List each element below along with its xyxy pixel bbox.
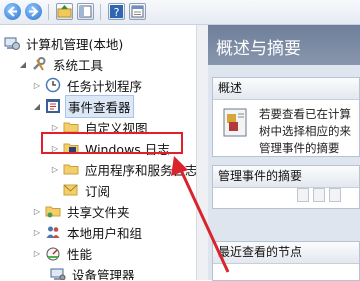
overview-section: 概述 若要查看已在计算 树中选择相应的来 管理事件的摘要 <box>212 77 360 157</box>
toolbar-separator <box>100 4 101 20</box>
summary-pane: 概述与摘要 概述 若要查看已在计算 树中选择相应的来 管理事件的摘要 管理事件的… <box>208 25 360 281</box>
performance-icon <box>45 245 61 261</box>
overview-header[interactable]: 概述 <box>213 78 359 100</box>
overview-text-line: 若要查看已在计算 <box>259 107 351 121</box>
tree-node-shared-folders[interactable]: ▷ 共享文件夹 <box>32 200 132 222</box>
tree-node-device-manager[interactable]: 设备管理器 <box>50 263 137 280</box>
collapse-triangle-icon[interactable]: ◢ <box>18 60 28 69</box>
tree-node-label: 设备管理器 <box>72 267 135 281</box>
toolbar: ? <box>0 0 360 25</box>
tree-node-label: 应用程序和服务日志 <box>85 162 196 178</box>
navigation-tree: 计算机管理(本地) ◢ 系统工具 ▷ 任务计划程序 ◢ 事件查看器 ▷ 自定义视… <box>0 25 196 280</box>
overview-text-line: 树中选择相应的来 <box>259 124 351 138</box>
expand-triangle-icon[interactable]: ▷ <box>50 123 60 132</box>
summary-header[interactable]: 管理事件的摘要 <box>213 166 359 188</box>
tree-node-local-users[interactable]: ▷ 本地用户和组 <box>32 221 144 243</box>
tree-node-event-viewer[interactable]: ◢ 事件查看器 <box>32 94 134 118</box>
expand-triangle-icon[interactable]: ▷ <box>32 207 42 216</box>
tree-node-label: 事件查看器 <box>65 94 134 118</box>
annotation-highlight-box <box>41 132 183 154</box>
tree-node-label: 共享文件夹 <box>67 204 130 220</box>
recent-nodes-section: 最近查看的节点 <box>212 241 360 281</box>
show-hide-tree-icon[interactable] <box>77 3 94 20</box>
back-arrow-icon[interactable] <box>4 3 21 20</box>
tree-node-app-service-logs[interactable]: ▷ 应用程序和服务日志 <box>50 158 196 180</box>
expand-triangle-icon[interactable]: ▷ <box>32 249 42 258</box>
expand-triangle-icon[interactable]: ▷ <box>32 81 42 90</box>
tree-node-label: 本地用户和组 <box>67 225 143 241</box>
admin-events-summary-section: 管理事件的摘要 <box>212 165 360 209</box>
tree-node-performance[interactable]: ▷ 性能 <box>32 242 94 264</box>
properties-icon[interactable] <box>129 3 146 20</box>
scroll-down-button[interactable] <box>329 188 341 202</box>
overview-text-line: 管理事件的摘要 <box>259 141 340 155</box>
device-manager-icon <box>50 266 66 280</box>
up-folder-icon[interactable] <box>56 3 73 20</box>
pane-title-bar: 概述与摘要 <box>208 25 360 65</box>
tree-scrollbar[interactable] <box>196 25 208 280</box>
toolbar-separator <box>48 4 49 20</box>
tree-node-computer-management[interactable]: 计算机管理(本地) <box>4 32 125 54</box>
collapse-triangle-icon[interactable]: ◢ <box>32 102 42 111</box>
tree-node-task-scheduler[interactable]: ▷ 任务计划程序 <box>32 74 144 96</box>
event-log-icon <box>223 108 249 138</box>
subscriptions-icon <box>63 182 79 198</box>
users-icon <box>45 224 61 240</box>
forward-arrow-icon[interactable] <box>25 3 42 20</box>
expand-triangle-icon[interactable]: ▷ <box>50 165 60 174</box>
page-title: 概述与摘要 <box>216 39 301 59</box>
tools-icon <box>31 56 47 72</box>
scroll-left-button[interactable] <box>297 188 309 202</box>
tree-node-label: 系统工具 <box>53 57 104 73</box>
tree-node-label: 订阅 <box>85 183 111 199</box>
shared-folder-icon <box>45 203 61 219</box>
task-scheduler-icon <box>45 77 61 93</box>
tree-node-label: 性能 <box>67 246 93 262</box>
tree-node-label: 计算机管理(本地) <box>26 36 124 52</box>
tree-node-label: 任务计划程序 <box>67 78 143 94</box>
help-icon[interactable]: ? <box>108 3 125 20</box>
expand-triangle-icon[interactable]: ▷ <box>32 228 42 237</box>
folder-icon <box>63 161 79 177</box>
scroll-up-button[interactable] <box>313 188 325 202</box>
svg-text:?: ? <box>114 6 120 19</box>
tree-node-subscriptions[interactable]: 订阅 <box>63 179 112 201</box>
computer-management-icon <box>4 35 20 51</box>
recent-nodes-header[interactable]: 最近查看的节点 <box>213 242 359 264</box>
event-viewer-icon <box>45 98 61 114</box>
tree-node-system-tools[interactable]: ◢ 系统工具 <box>18 53 105 75</box>
